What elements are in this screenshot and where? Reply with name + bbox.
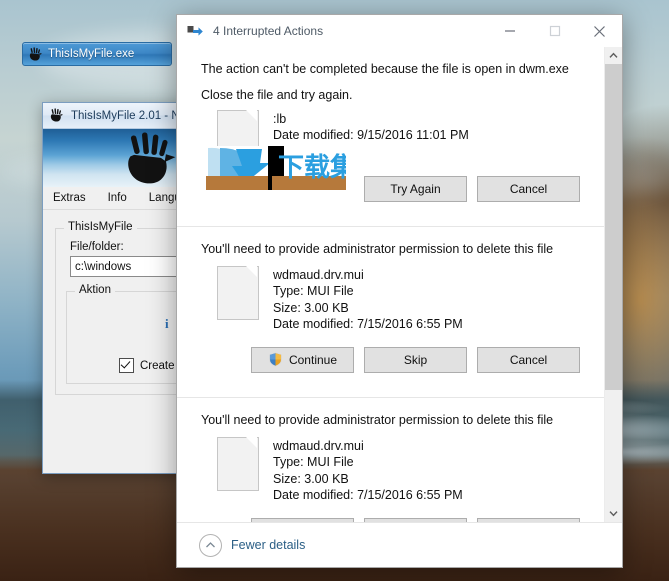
taskbar-item-label: ThisIsMyFile.exe	[48, 48, 135, 60]
error-block: You'll need to provide administrator per…	[177, 225, 604, 387]
info-icon: i	[164, 316, 169, 331]
file-type: Type: MUI File	[273, 455, 354, 470]
hand-icon	[28, 46, 43, 62]
try-again-label: Try Again	[390, 181, 441, 196]
file-icon	[217, 436, 259, 491]
minimize-button[interactable]	[487, 15, 532, 47]
continue-label: Continue	[288, 352, 338, 367]
hand-icon	[49, 108, 64, 123]
continue-button[interactable]: Continue	[251, 517, 354, 522]
skip-button[interactable]: Skip	[364, 346, 467, 373]
file-name: :lb	[273, 111, 287, 126]
file-info-row: wdmaud.drv.mui Type: MUI File Size: 3.00…	[201, 265, 582, 333]
scrollbar-thumb[interactable]	[605, 64, 622, 391]
hand-icon	[119, 131, 181, 187]
file-date: Date modified: 9/15/2016 11:01 PM	[273, 128, 469, 143]
create-copy-checkbox[interactable]	[119, 358, 134, 373]
continue-button[interactable]: Continue	[251, 346, 354, 373]
cancel-button[interactable]: Cancel	[477, 346, 580, 373]
close-button[interactable]	[577, 15, 622, 47]
skip-label: Skip	[403, 352, 428, 367]
dialog-footer[interactable]: Fewer details	[177, 522, 622, 567]
cancel-label: Cancel	[509, 352, 548, 367]
file-date: Date modified: 7/15/2016 6:55 PM	[273, 488, 463, 503]
file-folder-value: c:\windows	[75, 260, 132, 273]
error-headline: The action can't be completed because th…	[201, 62, 569, 76]
file-meta: wdmaud.drv.mui Type: MUI File Size: 3.00…	[273, 266, 463, 333]
cancel-button[interactable]: Cancel	[477, 517, 580, 522]
uac-shield-icon	[268, 352, 283, 367]
file-date: Date modified: 7/15/2016 6:55 PM	[273, 317, 463, 332]
file-meta: wdmaud.drv.mui Type: MUI File Size: 3.00…	[273, 437, 463, 504]
error-button-row: Try Again Cancel	[201, 175, 582, 216]
file-meta: :lb Date modified: 9/15/2016 11:01 PM	[273, 110, 469, 144]
file-info-row: :lb Date modified: 9/15/2016 11:01 PM	[201, 109, 582, 164]
cancel-label: Cancel	[509, 181, 548, 196]
file-info-row: wdmaud.drv.mui Type: MUI File Size: 3.00…	[201, 436, 582, 504]
error-subline: Close the file and try again.	[201, 87, 353, 102]
error-headline: You'll need to provide administrator per…	[201, 412, 554, 427]
error-block: The action can't be completed because th…	[177, 47, 604, 216]
maximize-button[interactable]	[532, 15, 577, 47]
menu-item-info[interactable]: Info	[108, 192, 127, 204]
chevron-up-circle-icon[interactable]	[199, 533, 222, 557]
error-headline: You'll need to provide administrator per…	[201, 241, 554, 256]
fewer-details-label[interactable]: Fewer details	[231, 538, 305, 552]
chevron-up-icon[interactable]	[605, 47, 622, 64]
dialog-title: 4 Interrupted Actions	[213, 24, 324, 38]
groupbox-title: ThisIsMyFile	[64, 221, 137, 233]
file-icon	[217, 265, 259, 320]
interrupted-actions-dialog[interactable]: 4 Interrupted Actions The action can't b…	[176, 14, 623, 568]
file-name: wdmaud.drv.mui	[273, 438, 364, 453]
file-size: Size: 3.00 KB	[273, 471, 349, 486]
desktop-screen: ThisIsMyFile.exe ThisIsMyFile 2.01 - N E…	[0, 0, 669, 581]
file-icon	[217, 109, 259, 164]
dialog-scroll-area: The action can't be completed because th…	[177, 47, 604, 522]
error-block: You'll need to provide administrator per…	[177, 396, 604, 522]
thisismyfile-title: ThisIsMyFile 2.01 - N	[71, 109, 180, 122]
error-button-row: Continue Skip Cancel	[201, 346, 582, 387]
groupbox-aktion-title: Aktion	[75, 284, 115, 296]
move-file-icon	[187, 23, 204, 40]
try-again-button[interactable]: Try Again	[364, 175, 467, 202]
scrollbar-track[interactable]	[605, 64, 622, 505]
file-name: wdmaud.drv.mui	[273, 267, 364, 282]
cancel-button[interactable]: Cancel	[477, 175, 580, 202]
error-button-row: Continue Skip Cancel	[201, 517, 582, 522]
file-size: Size: 3.00 KB	[273, 300, 349, 315]
dialog-content-wrap: The action can't be completed because th…	[177, 47, 622, 522]
dialog-scrollbar[interactable]	[604, 47, 622, 522]
chevron-down-icon[interactable]	[605, 505, 622, 522]
dialog-caption-buttons[interactable]	[487, 15, 622, 47]
menu-item-extras[interactable]: Extras	[53, 192, 86, 204]
dialog-titlebar[interactable]: 4 Interrupted Actions	[177, 15, 622, 47]
taskbar-item-thisismyfile[interactable]: ThisIsMyFile.exe	[22, 42, 172, 66]
skip-button[interactable]: Skip	[364, 517, 467, 522]
file-type: Type: MUI File	[273, 284, 354, 299]
